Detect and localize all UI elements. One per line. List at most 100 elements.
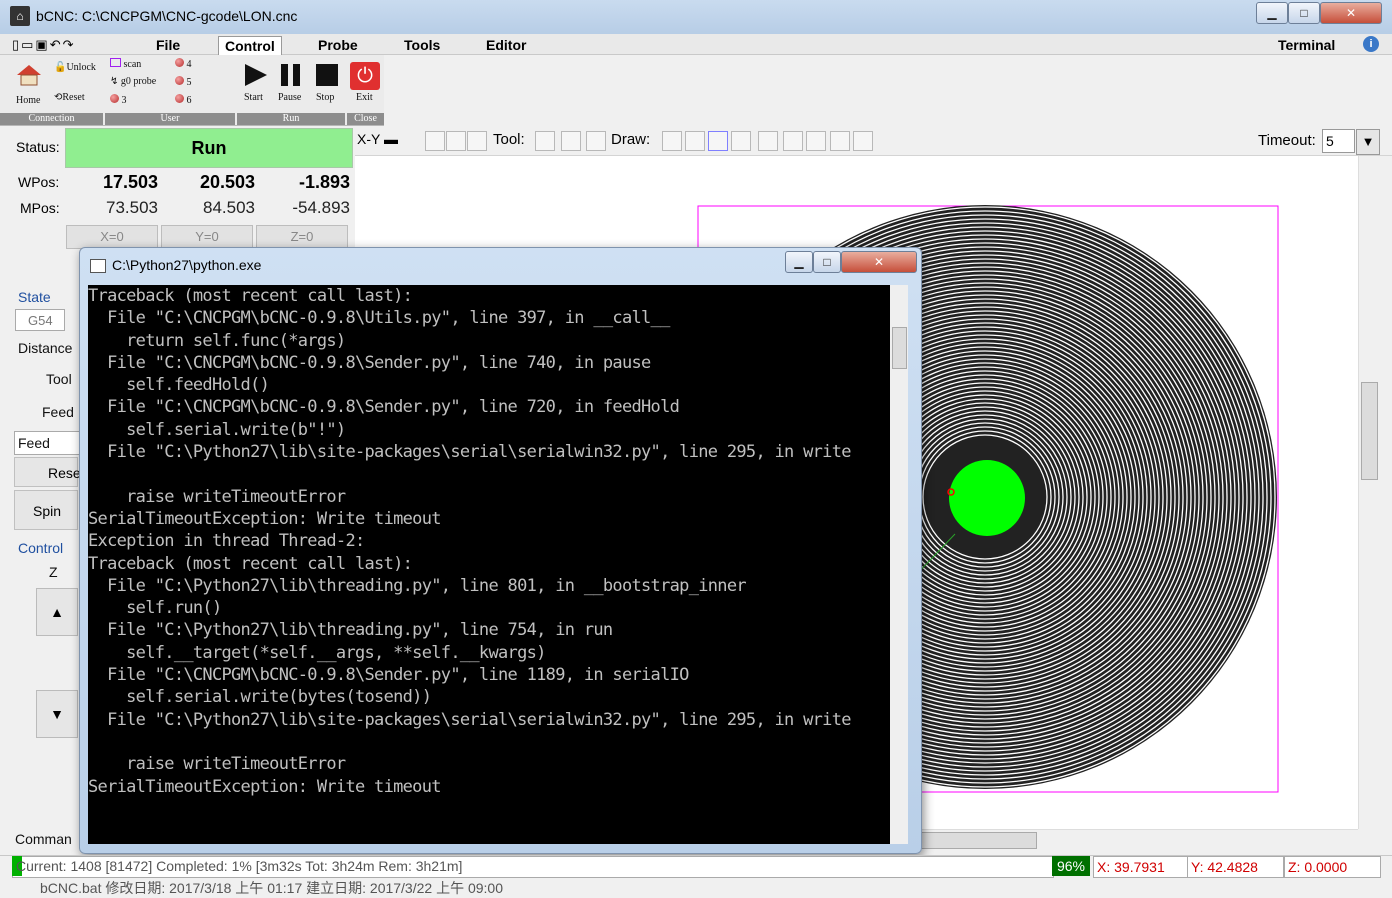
zoom-out-icon[interactable] <box>446 131 466 151</box>
wpos-z: -1.893 <box>298 172 350 192</box>
console-close-button[interactable]: ✕ <box>841 251 917 273</box>
wcs-select[interactable]: G54 <box>15 309 65 331</box>
status-value: Run <box>65 128 353 168</box>
probe-draw-icon[interactable] <box>731 131 751 151</box>
zero-z-button[interactable]: Z=0 <box>256 225 348 249</box>
zoom-fit-icon[interactable] <box>467 131 487 151</box>
close-button[interactable]: ✕ <box>1320 2 1382 24</box>
group-user: User <box>105 113 235 125</box>
group-connection[interactable]: Connection <box>0 113 103 125</box>
z-axis-label: Z <box>49 564 58 580</box>
home-icon[interactable] <box>16 64 42 86</box>
state-section-title: State <box>18 289 51 305</box>
camera-icon[interactable] <box>830 131 850 151</box>
pause-icon[interactable] <box>280 64 302 86</box>
maximize-button[interactable]: □ <box>1288 2 1320 24</box>
feed-label: Feed <box>42 404 74 420</box>
spindle-button[interactable]: Spin <box>14 490 78 530</box>
home-button[interactable]: Home <box>16 95 40 106</box>
stop-button[interactable]: Stop <box>316 92 334 103</box>
canvas-vertical-scrollbar[interactable] <box>1358 156 1379 829</box>
workarea-icon[interactable] <box>806 131 826 151</box>
g0probe-label: g0 probe <box>120 76 157 87</box>
canvas-horizontal-scrollbar[interactable] <box>920 829 1358 850</box>
tab-control[interactable]: Control <box>218 36 282 55</box>
user-5-label: 5 <box>186 77 192 88</box>
user-button-3[interactable]: 3 <box>110 94 127 106</box>
zero-x-button[interactable]: X=0 <box>66 225 158 249</box>
scan-button[interactable]: scan <box>110 58 141 70</box>
timeout-input[interactable]: 5 <box>1322 129 1355 153</box>
console-scrollbar[interactable] <box>890 285 908 844</box>
stop-icon[interactable] <box>316 64 338 86</box>
timeout-label: Timeout: <box>1258 132 1316 149</box>
margin-icon[interactable] <box>708 131 728 151</box>
console-title: C:\Python27\python.exe <box>112 257 262 273</box>
reset-override-button[interactable]: Rese <box>14 457 81 487</box>
window-title: bCNC: C:\CNCPGM\CNC-gcode\LON.cnc <box>36 8 298 24</box>
console-text: Traceback (most recent call last): File … <box>88 286 851 797</box>
user-4-label: 4 <box>186 59 192 70</box>
ruler-tool-icon[interactable] <box>586 131 606 151</box>
z-down-button[interactable]: ▼ <box>36 690 78 738</box>
tab-file[interactable]: File <box>150 36 186 54</box>
user-button-5[interactable]: 5 <box>175 76 192 88</box>
exit-button[interactable]: Exit <box>356 92 373 103</box>
distance-label: Distance <box>18 340 73 356</box>
user-button-4[interactable]: 4 <box>175 58 192 70</box>
start-icon[interactable] <box>245 64 267 86</box>
console-minimize-button[interactable]: ▁ <box>785 251 813 273</box>
tab-editor[interactable]: Editor <box>480 36 532 54</box>
mpos-x: 73.503 <box>106 198 158 217</box>
pause-button[interactable]: Pause <box>278 92 301 103</box>
wpos-label: WPos: <box>18 174 60 190</box>
tab-tools[interactable]: Tools <box>398 36 446 54</box>
group-close: Close <box>347 113 384 125</box>
console-maximize-button[interactable]: □ <box>813 251 841 273</box>
unlock-label: Unlock <box>66 62 96 73</box>
quick-access-icons[interactable]: ▯▭▣↶↷ <box>12 37 76 53</box>
canvas-hscroll-thumb[interactable] <box>920 832 1037 849</box>
pan-tool-icon[interactable] <box>561 131 581 151</box>
user-3-label: 3 <box>121 95 127 106</box>
grid-icon[interactable] <box>685 131 705 151</box>
g0-probe-button[interactable]: ↯ g0 probe <box>110 76 156 87</box>
z-up-button[interactable]: ▲ <box>36 588 78 636</box>
wpos-x: 17.503 <box>102 172 158 192</box>
paths-icon[interactable] <box>758 131 778 151</box>
wpos-y: 20.503 <box>199 172 255 192</box>
control-section-title: Control <box>18 540 64 556</box>
tab-terminal[interactable]: Terminal <box>1272 36 1341 54</box>
mpos-z: -54.893 <box>292 198 350 217</box>
console-app-icon <box>90 259 106 273</box>
view-label: X-Y <box>357 131 381 147</box>
reset-button[interactable]: ⟲Reset <box>54 92 85 103</box>
reset-label: Reset <box>62 92 85 103</box>
unlock-button[interactable]: 🔓Unlock <box>54 62 96 73</box>
tab-probe[interactable]: Probe <box>312 36 364 54</box>
background-window-text: bCNC.bat 修改日期: 2017/3/18 上午 01:17 建立日期: … <box>40 880 503 896</box>
help-icon[interactable]: i <box>1363 36 1379 52</box>
menu-bar <box>0 34 1392 55</box>
exit-icon[interactable]: ⏻ <box>350 62 380 90</box>
user-button-6[interactable]: 6 <box>175 94 192 106</box>
select-tool-icon[interactable] <box>535 131 555 151</box>
redraw-icon[interactable] <box>853 131 873 151</box>
zero-y-button[interactable]: Y=0 <box>161 225 253 249</box>
timeout-dropdown-icon[interactable]: ▼ <box>1356 129 1380 155</box>
buffer-percent: 96% <box>1052 856 1090 876</box>
scan-label: scan <box>123 59 142 70</box>
minimize-button[interactable]: ▁ <box>1256 2 1288 24</box>
feed-field[interactable]: Feed <box>14 431 83 455</box>
start-button[interactable]: Start <box>244 92 263 103</box>
console-output[interactable]: Traceback (most recent call last): File … <box>88 285 890 844</box>
axes-icon[interactable] <box>662 131 682 151</box>
canvas-scroll-thumb[interactable] <box>1361 382 1378 480</box>
command-label: Comman <box>15 831 72 847</box>
cursor-x: X: 39.7931 <box>1093 856 1188 878</box>
console-scroll-thumb[interactable] <box>892 327 907 369</box>
draw-toolbar-label: Draw: <box>611 131 651 148</box>
zoom-in-icon[interactable] <box>425 131 445 151</box>
view-select[interactable]: X-Y ▬ <box>357 131 398 147</box>
rapid-icon[interactable] <box>783 131 803 151</box>
